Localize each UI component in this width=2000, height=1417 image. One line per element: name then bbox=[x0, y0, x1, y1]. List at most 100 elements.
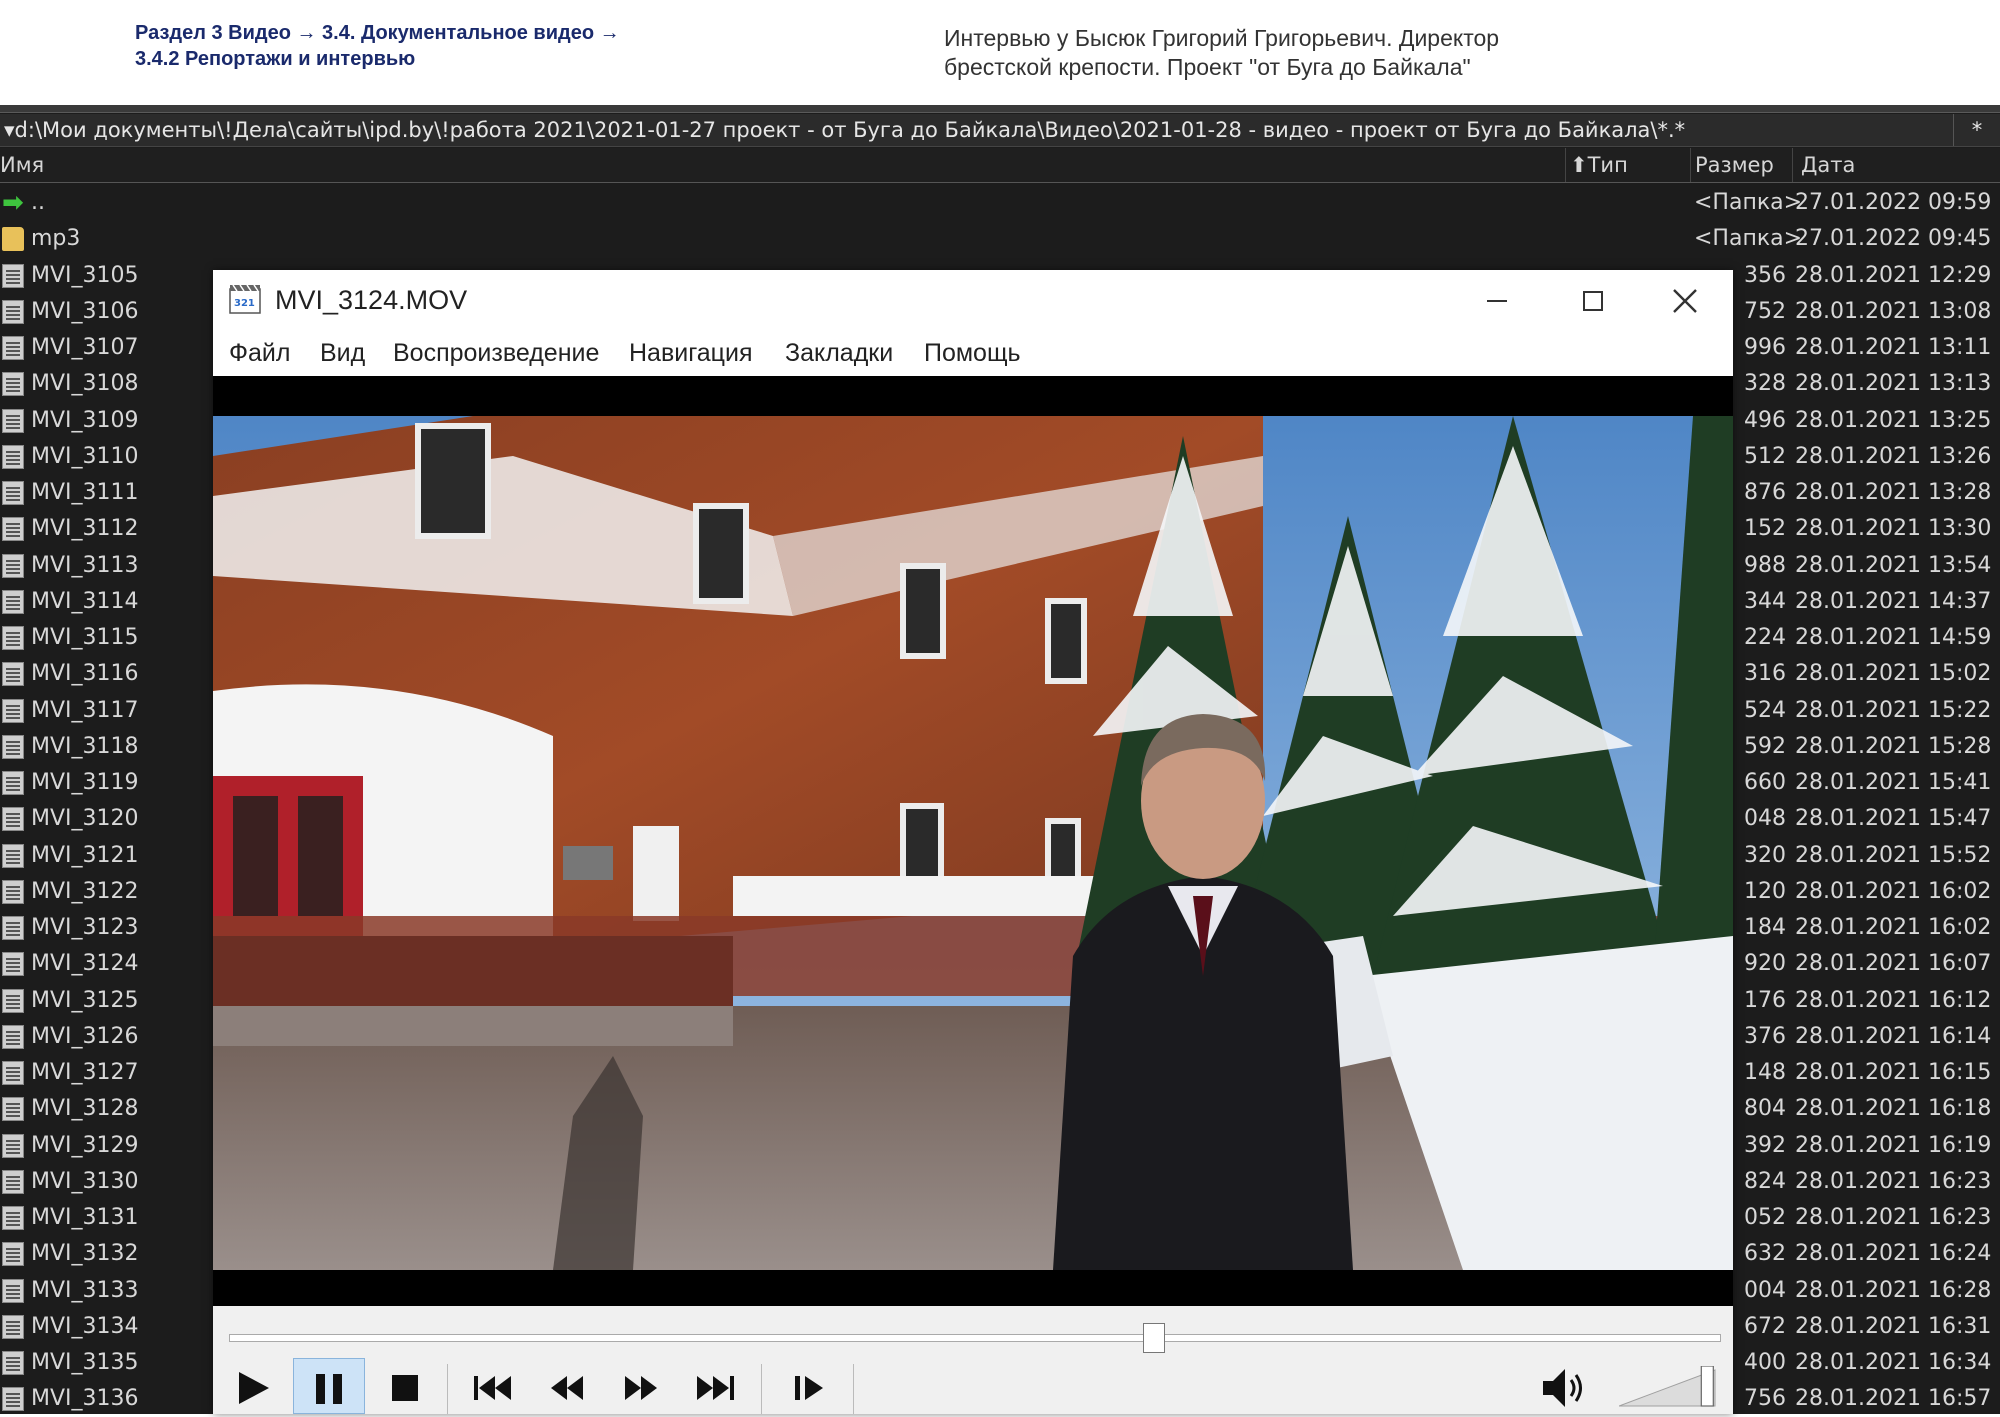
file-row[interactable]: ➡.. <Папка> 27.01.2022 09:59 bbox=[0, 185, 2000, 221]
file-icon bbox=[2, 263, 24, 288]
file-icon bbox=[2, 1024, 24, 1049]
file-icon bbox=[2, 988, 24, 1013]
file-date: 28.01.2021 14:37 bbox=[1795, 588, 1992, 614]
title-bar[interactable]: 321 MVI_3124.MOV bbox=[213, 270, 1733, 330]
file-name: MVI_3107 bbox=[31, 335, 139, 360]
file-icon bbox=[2, 1133, 24, 1158]
sort-up-arrow-icon: ⬆ bbox=[1570, 153, 1588, 177]
file-date: 28.01.2021 16:28 bbox=[1795, 1277, 1992, 1303]
column-header-name[interactable]: Имя bbox=[0, 148, 1560, 182]
file-date: 28.01.2021 13:26 bbox=[1795, 443, 1992, 469]
file-date: 28.01.2021 16:23 bbox=[1795, 1168, 1992, 1194]
file-date: 28.01.2021 13:11 bbox=[1795, 335, 1992, 360]
file-icon bbox=[2, 734, 24, 759]
file-manager-tab-strip[interactable] bbox=[0, 105, 2000, 113]
file-icon bbox=[2, 771, 24, 795]
menu-bookmarks[interactable]: Закладки bbox=[785, 330, 893, 376]
file-icon bbox=[2, 1387, 24, 1412]
file-name: MVI_3110 bbox=[31, 443, 139, 469]
skip-previous-icon bbox=[474, 1376, 511, 1401]
file-name: MVI_3129 bbox=[31, 1132, 139, 1158]
file-name: MVI_3124 bbox=[31, 951, 139, 977]
path-dropdown-icon[interactable]: ▾ bbox=[4, 118, 15, 142]
file-date: 28.01.2021 16:18 bbox=[1795, 1096, 1992, 1122]
close-button[interactable] bbox=[1637, 270, 1733, 330]
path-text: d:\Мои документы\!Дела\сайты\ipd.by\!раб… bbox=[14, 118, 1686, 142]
video-frame bbox=[213, 416, 1733, 1270]
file-name: MVI_3130 bbox=[31, 1168, 139, 1194]
file-icon bbox=[2, 1061, 24, 1085]
file-icon bbox=[2, 372, 24, 397]
file-icon bbox=[2, 879, 24, 904]
file-icon bbox=[2, 662, 24, 687]
stop-icon bbox=[392, 1375, 418, 1402]
file-name: MVI_3132 bbox=[31, 1241, 139, 1267]
file-name: MVI_3106 bbox=[31, 298, 139, 324]
file-icon bbox=[2, 553, 24, 578]
file-icon bbox=[2, 1314, 24, 1339]
breadcrumb: Раздел 3 Видео → 3.4. Документальное вид… bbox=[135, 20, 695, 72]
file-name: MVI_3120 bbox=[31, 806, 139, 832]
rewind-button[interactable] bbox=[531, 1358, 603, 1414]
menu-playback[interactable]: Воспроизведение bbox=[393, 330, 599, 376]
file-icon bbox=[2, 336, 24, 360]
file-name: MVI_3134 bbox=[31, 1313, 139, 1339]
column-header-date[interactable]: Дата bbox=[1792, 148, 2000, 182]
file-icon bbox=[2, 626, 24, 650]
file-name: MVI_3117 bbox=[31, 697, 139, 723]
file-date: 28.01.2021 14:59 bbox=[1795, 625, 1992, 650]
file-date: 28.01.2021 15:28 bbox=[1795, 733, 1992, 759]
column-header-type[interactable]: ⬆Тип bbox=[1565, 148, 1695, 182]
seek-thumb[interactable] bbox=[1142, 1323, 1165, 1353]
close-icon bbox=[1673, 289, 1697, 313]
file-name: MVI_3133 bbox=[31, 1277, 139, 1303]
volume-slider[interactable] bbox=[1619, 1366, 1725, 1410]
file-name: MVI_3119 bbox=[31, 770, 139, 795]
frame-step-button[interactable] bbox=[773, 1358, 845, 1414]
file-name: MVI_3135 bbox=[31, 1350, 139, 1375]
menu-bar: Файл Вид Воспроизведение Навигация Закла… bbox=[213, 330, 1733, 376]
file-name: MVI_3114 bbox=[31, 588, 139, 614]
next-button[interactable] bbox=[679, 1358, 751, 1414]
current-path[interactable]: ▾d:\Мои документы\!Дела\сайты\ipd.by\!ра… bbox=[4, 114, 1685, 146]
file-icon bbox=[2, 698, 24, 723]
volume-thumb[interactable] bbox=[1700, 1366, 1714, 1407]
play-button[interactable] bbox=[217, 1358, 289, 1414]
file-date: 28.01.2021 16:15 bbox=[1795, 1060, 1992, 1085]
stop-button[interactable] bbox=[369, 1358, 441, 1414]
file-date: 28.01.2021 16:12 bbox=[1795, 987, 1992, 1013]
document-header: Раздел 3 Видео → 3.4. Документальное вид… bbox=[0, 0, 2000, 105]
column-header-type-label: Тип bbox=[1587, 153, 1628, 177]
menu-view[interactable]: Вид bbox=[320, 330, 365, 376]
file-name: MVI_3121 bbox=[31, 842, 139, 868]
playback-controls bbox=[213, 1306, 1733, 1414]
menu-help[interactable]: Помощь bbox=[924, 330, 1021, 376]
file-name: MVI_3118 bbox=[31, 733, 139, 759]
file-date: 28.01.2021 16:57 bbox=[1795, 1386, 1992, 1412]
skip-next-icon bbox=[697, 1376, 734, 1401]
file-name: MVI_3128 bbox=[31, 1096, 139, 1122]
file-date: 28.01.2021 16:14 bbox=[1795, 1023, 1992, 1049]
file-icon bbox=[2, 589, 24, 614]
file-date: 28.01.2021 13:28 bbox=[1795, 480, 1992, 505]
file-date: 28.01.2021 15:52 bbox=[1795, 842, 1992, 868]
maximize-icon bbox=[1583, 291, 1603, 312]
pause-button[interactable] bbox=[293, 1358, 365, 1414]
path-bar[interactable]: ▾d:\Мои документы\!Дела\сайты\ipd.by\!ра… bbox=[0, 114, 2000, 147]
menu-navigation[interactable]: Навигация bbox=[629, 330, 753, 376]
menu-file[interactable]: Файл bbox=[229, 330, 290, 376]
maximize-button[interactable] bbox=[1545, 270, 1641, 330]
column-header-size[interactable]: Размер bbox=[1690, 148, 1795, 182]
video-area[interactable] bbox=[213, 376, 1733, 1306]
seek-bar[interactable] bbox=[229, 1323, 1721, 1353]
file-icon bbox=[2, 916, 24, 940]
path-filter-button[interactable]: * bbox=[1953, 114, 2000, 146]
file-name: mp3 bbox=[31, 226, 81, 252]
file-row[interactable]: mp3 <Папка> 27.01.2022 09:45 bbox=[0, 221, 2000, 257]
previous-button[interactable] bbox=[457, 1358, 529, 1414]
media-player-app-icon: 321 bbox=[229, 284, 261, 314]
file-icon bbox=[2, 1351, 24, 1375]
mute-button[interactable] bbox=[1529, 1358, 1601, 1414]
fast-forward-button[interactable] bbox=[605, 1358, 677, 1414]
minimize-button[interactable] bbox=[1449, 270, 1545, 330]
